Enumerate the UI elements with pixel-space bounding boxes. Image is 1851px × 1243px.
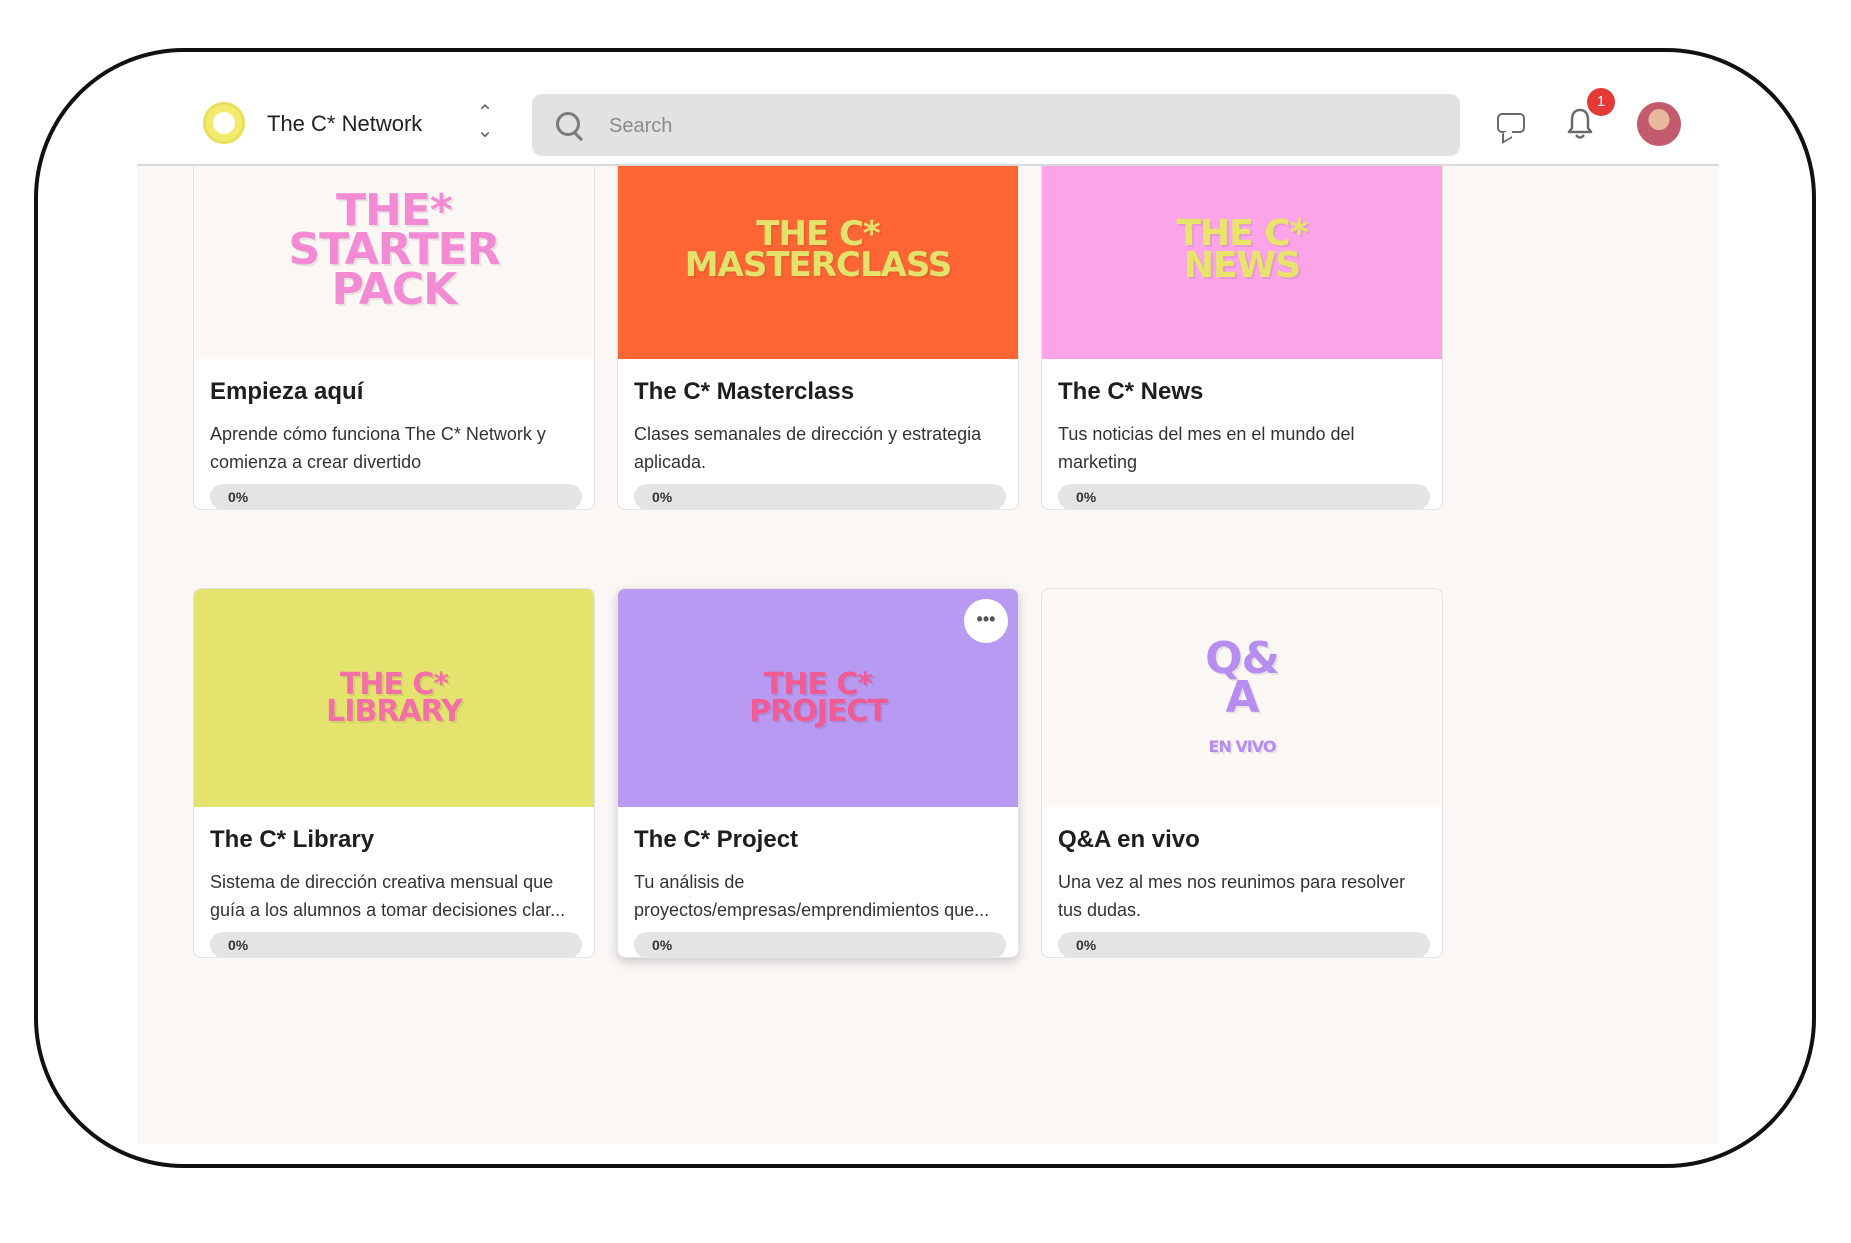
course-cover: THE C* LIBRARY	[194, 589, 594, 807]
course-description: Aprende cómo funciona The C* Network y c…	[210, 424, 546, 472]
cover-logo-art: THE* STARTER PACK	[288, 184, 500, 315]
top-bar: The C* Network ⌃⌄ 1	[137, 82, 1719, 166]
community-logo[interactable]	[203, 102, 245, 144]
course-cover: THE* STARTER PACK	[194, 141, 594, 359]
chat-icon[interactable]	[1497, 113, 1525, 133]
course-card-qa[interactable]: Q& A EN VIVO Q&A en vivo Una vez al mes no…	[1041, 588, 1443, 958]
progress-bar: 0%	[1058, 484, 1430, 509]
more-options-button[interactable]: •••	[964, 599, 1008, 643]
course-description: Una vez al mes nos reunimos para resolve…	[1058, 872, 1406, 920]
course-cover: Q& A EN VIVO	[1042, 589, 1442, 807]
progress-label: 0%	[1076, 937, 1097, 953]
course-title: The C* Library	[210, 826, 375, 853]
avatar[interactable]	[1637, 102, 1681, 146]
course-description: Sistema de dirección creativa mensual qu…	[210, 872, 566, 920]
progress-bar: 0%	[210, 484, 582, 509]
community-name[interactable]: The C* Network	[267, 111, 422, 137]
course-title: The C* Masterclass	[634, 378, 855, 405]
course-card-masterclass[interactable]: THE C* MASTERCLASS The C* Masterclass Cla…	[617, 140, 1019, 510]
progress-bar: 0%	[634, 484, 1006, 509]
course-description: Tu análisis de proyectos/empresas/empren…	[634, 872, 990, 920]
app-screen: The C* Network ⌃⌄ 1 THE*STARTERPACK Empi…	[137, 82, 1719, 1144]
progress-label: 0%	[652, 937, 673, 953]
course-cover: THE C* PROJECT	[618, 589, 1018, 807]
chevron-up-down-icon[interactable]: ⌃ ⌄	[475, 103, 495, 141]
course-description: Tus noticias del mes en el mundo del mar…	[1058, 424, 1355, 472]
search-bar[interactable]	[532, 94, 1460, 156]
course-card-news[interactable]: THE C* NEWS The C* News Tus noticias del …	[1041, 140, 1443, 510]
progress-bar: 0%	[634, 932, 1006, 957]
course-card-project[interactable]: THE C* PROJECT ••• The C* Project Tu anál…	[617, 588, 1019, 958]
course-description: Clases semanales de dirección y estrateg…	[634, 424, 982, 472]
course-title: Empieza aquí	[210, 378, 364, 405]
course-title: Q&A en vivo	[1058, 826, 1200, 853]
search-input[interactable]	[607, 110, 1411, 142]
progress-bar: 0%	[210, 932, 582, 957]
search-icon	[556, 112, 580, 136]
progress-label: 0%	[228, 937, 249, 953]
cover-logo-art: THE C* MASTERCLASS	[684, 214, 953, 285]
course-cover: THE C* MASTERCLASS	[618, 141, 1018, 359]
course-card-empieza-aqui[interactable]: THE* STARTER PACK Empieza aquí Aprende cóm…	[193, 140, 595, 510]
progress-label: 0%	[1076, 489, 1097, 505]
course-title: The C* Project	[634, 826, 799, 853]
progress-label: 0%	[652, 489, 673, 505]
progress-label: 0%	[228, 489, 249, 505]
cover-logo-art: THE C* LIBRARY	[326, 667, 463, 729]
progress-bar: 0%	[1058, 932, 1430, 957]
course-card-library[interactable]: THE C* LIBRARY The C* Library Sistema de …	[193, 588, 595, 958]
course-title: The C* News	[1058, 378, 1204, 405]
cover-logo-art: THE C* PROJECT	[749, 667, 888, 729]
device-frame: The C* Network ⌃⌄ 1 THE*STARTERPACK Empi…	[34, 48, 1816, 1168]
cover-logo-art: THE C* NEWS	[1176, 212, 1308, 286]
notification-badge: 1	[1587, 88, 1615, 116]
course-cover: THE C* NEWS	[1042, 141, 1442, 359]
cover-logo-art: Q& A EN VIVO	[1205, 632, 1280, 756]
